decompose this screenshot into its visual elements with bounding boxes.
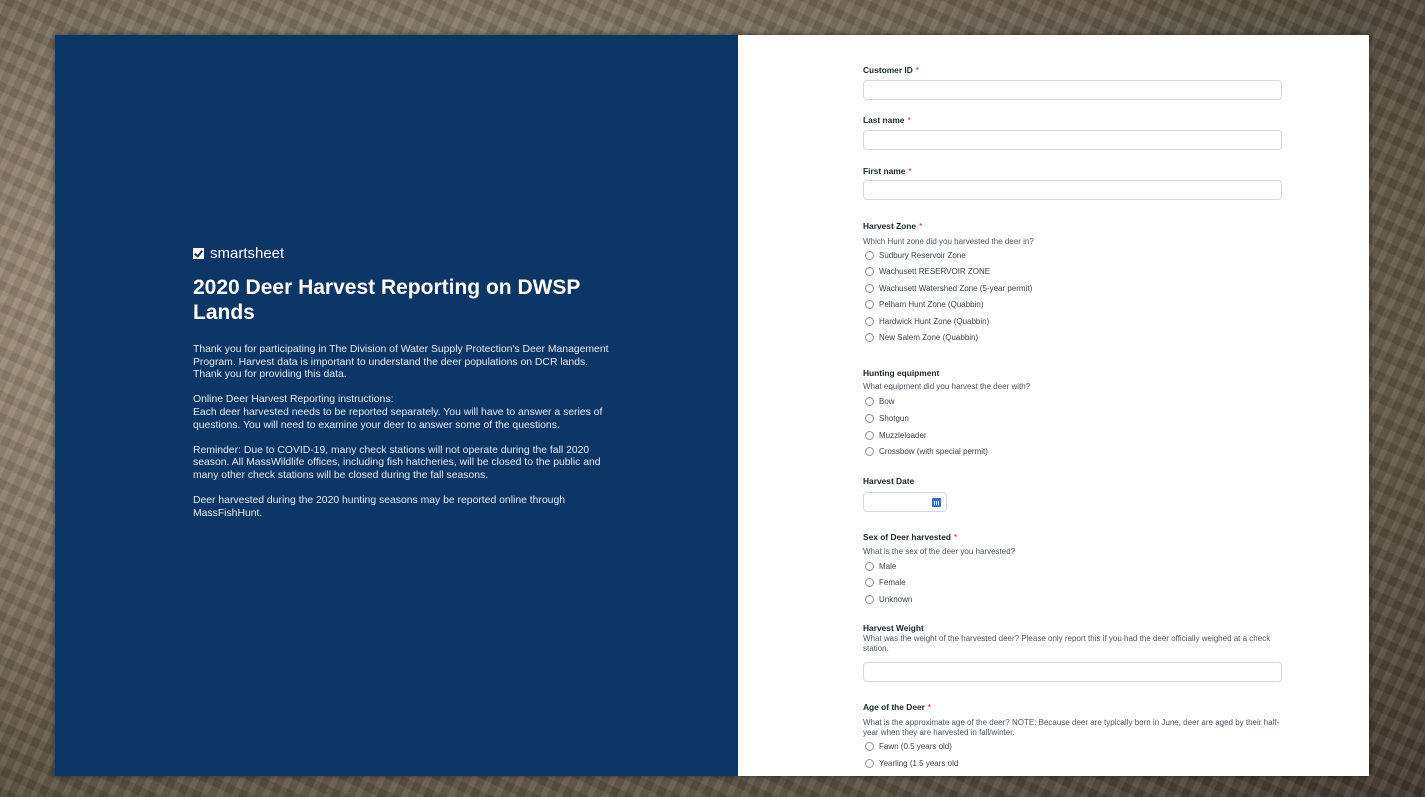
required-marker: * (953, 532, 958, 542)
smartsheet-logo-icon (193, 248, 204, 259)
radio-icon[interactable] (865, 414, 874, 423)
equipment-option[interactable]: Crossbow (with special permit) (865, 447, 988, 456)
required-marker: * (915, 65, 920, 75)
radio-icon[interactable] (865, 578, 874, 587)
sex-option[interactable]: Female (865, 578, 906, 587)
radio-icon[interactable] (865, 562, 874, 571)
harvest-zone-option[interactable]: Wachusett RESERVOIR ZONE (865, 267, 990, 276)
calendar-icon[interactable] (932, 498, 941, 507)
form-title: 2020 Deer Harvest Reporting on DWSP Land… (193, 276, 581, 324)
harvest-zone-label: Harvest Zone * (863, 221, 923, 231)
hunting-equipment-label: Hunting equipment (863, 368, 940, 378)
age-help: What is the approximate age of the deer?… (863, 718, 1280, 737)
form-description: Thank you for participating in The Divis… (193, 344, 613, 533)
customer-id-label: Customer ID * (863, 65, 920, 75)
age-option[interactable]: Fawn (0.5 years old) (865, 742, 952, 751)
customer-id-input[interactable] (863, 80, 1282, 100)
description-paragraph: Deer harvested during the 2020 hunting s… (193, 495, 566, 519)
last-name-label: Last name * (863, 115, 911, 125)
harvest-zone-help: Which Hunt zone did you harvested the de… (863, 237, 1034, 246)
harvest-date-label: Harvest Date (863, 476, 915, 486)
hunting-equipment-help: What equipment did you harvest the deer … (863, 382, 1031, 391)
radio-icon[interactable] (865, 333, 874, 342)
sex-label: Sex of Deer harvested * (863, 532, 958, 542)
brand-name: smartsheet (210, 245, 285, 262)
equipment-option[interactable]: Bow (865, 397, 895, 406)
radio-icon[interactable] (865, 742, 874, 751)
harvest-zone-option[interactable]: New Salem Zone (Quabbin) (865, 333, 978, 342)
sex-help: What is the sex of the deer you harveste… (863, 547, 1016, 556)
radio-icon[interactable] (865, 317, 874, 326)
form-panel: Customer ID * Last name * First name * Harv… (738, 35, 1369, 776)
equipment-option[interactable]: Shotgun (865, 414, 909, 423)
brand-logo: smartsheet (193, 245, 284, 262)
radio-icon[interactable] (865, 267, 874, 276)
harvest-zone-option[interactable]: Sudbury Reservoir Zone (865, 251, 966, 260)
description-paragraph: Online Deer Harvest Reporting instructio… (193, 394, 603, 431)
radio-icon[interactable] (865, 431, 874, 440)
harvest-weight-help: What was the weight of the harvested dee… (863, 634, 1271, 653)
sex-option[interactable]: Unknown (865, 595, 912, 604)
form-info-panel: smartsheet 2020 Deer Harvest Reporting o… (55, 35, 738, 776)
description-paragraph: Thank you for participating in The Divis… (193, 344, 609, 381)
harvest-zone-option[interactable]: Wachusett Watershed Zone (5-year permit) (865, 284, 1032, 293)
first-name-label: First name * (863, 166, 912, 176)
required-marker: * (919, 221, 923, 231)
last-name-input[interactable] (863, 130, 1282, 150)
harvest-zone-option[interactable]: Hardwick Hunt Zone (Quabbin) (865, 317, 989, 326)
harvest-zone-option[interactable]: Pelham Hunt Zone (Quabbin) (865, 300, 984, 309)
radio-icon[interactable] (865, 251, 874, 260)
form-page: smartsheet 2020 Deer Harvest Reporting o… (55, 35, 1369, 776)
required-marker: * (908, 166, 912, 176)
radio-icon[interactable] (865, 284, 874, 293)
equipment-option[interactable]: Muzzleloader (865, 431, 927, 440)
radio-icon[interactable] (865, 397, 874, 406)
required-marker: * (927, 702, 932, 712)
radio-icon[interactable] (865, 759, 874, 768)
sex-option[interactable]: Male (865, 562, 896, 571)
age-label: Age of the Deer * (863, 702, 932, 712)
age-option[interactable]: Yearling (1.5 years old (865, 759, 958, 768)
radio-icon[interactable] (865, 447, 874, 456)
harvest-weight-input[interactable] (863, 662, 1282, 682)
harvest-weight-label: Harvest Weight (863, 623, 924, 633)
first-name-input[interactable] (863, 180, 1282, 200)
harvest-date-input[interactable] (863, 492, 947, 512)
required-marker: * (907, 115, 911, 125)
radio-icon[interactable] (865, 300, 874, 309)
description-paragraph: Reminder: Due to COVID-19, many check st… (193, 444, 601, 481)
radio-icon[interactable] (865, 595, 874, 604)
